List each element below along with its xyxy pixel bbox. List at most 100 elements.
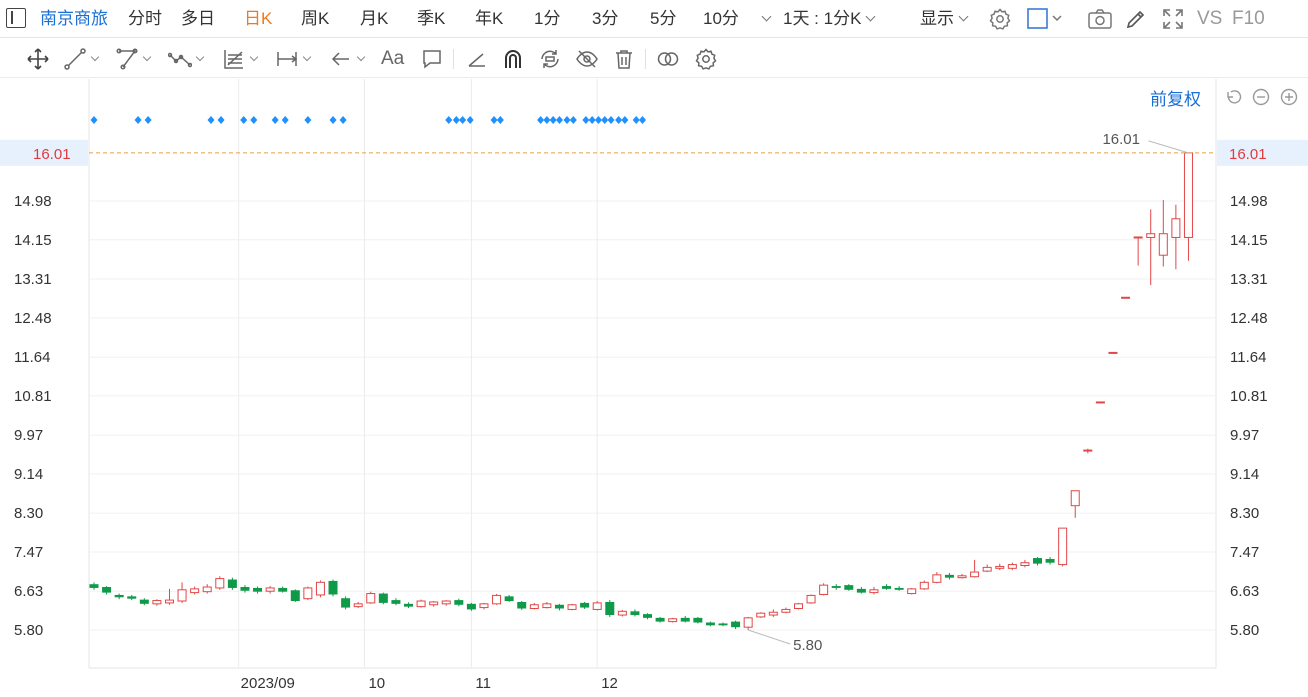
vs-compare-button[interactable]: VS: [1197, 0, 1222, 38]
price-adjust-toggle[interactable]: 前复权: [1150, 85, 1201, 110]
magnet-tool-button[interactable]: [501, 46, 525, 72]
comment-tool-button[interactable]: [420, 46, 444, 72]
candle-body: [315, 581, 325, 596]
candle-body: [932, 574, 942, 583]
candle-body: [1121, 296, 1131, 299]
toolbar-divider: [645, 49, 646, 69]
candle-body: [404, 603, 413, 607]
event-marker: [638, 116, 646, 124]
candle-body: [919, 581, 929, 590]
fib-tool-button[interactable]: [222, 46, 259, 72]
zoom-out-icon[interactable]: [1252, 88, 1270, 106]
y-tick-label-left: 13.31: [14, 271, 52, 288]
tab-3min[interactable]: 3分: [592, 0, 618, 38]
pencil-icon[interactable]: [1125, 8, 1147, 35]
display-menu[interactable]: 显示: [920, 0, 969, 38]
layout-dropdown[interactable]: [1027, 8, 1063, 35]
event-marker: [607, 116, 615, 124]
y-tick-label-left: 14.15: [14, 232, 52, 249]
candle-body: [328, 580, 338, 595]
y-tick-label-right: 13.31: [1230, 271, 1268, 288]
fullscreen-icon[interactable]: [1161, 7, 1185, 36]
candle-body: [806, 594, 816, 604]
y-tick-label-left: 12.48: [14, 310, 52, 327]
current-price-tag-left-text: 16.01: [33, 146, 71, 163]
text-tool-button[interactable]: Aa: [381, 46, 404, 72]
compare-tool-button[interactable]: [656, 46, 680, 72]
tab-10min[interactable]: 10分: [703, 0, 739, 38]
top-bar: 南京商旅 分时 多日 日K 周K 月K 季K 年K 1分 3分 5分 10分 1…: [0, 0, 1308, 38]
event-marker: [329, 116, 337, 124]
candle-body: [605, 601, 615, 616]
delete-tool-button[interactable]: [612, 46, 636, 72]
event-marker: [594, 116, 602, 124]
tab-yearly-k[interactable]: 年K: [475, 0, 503, 38]
candle-body: [856, 588, 866, 593]
event-marker: [459, 116, 467, 124]
candle-body: [1158, 233, 1168, 256]
tab-quarterly-k[interactable]: 季K: [417, 0, 445, 38]
candle-body: [202, 586, 212, 593]
settings-icon: [695, 48, 717, 70]
hide-tool-button[interactable]: [575, 46, 599, 72]
y-tick-label-right: 12.48: [1230, 310, 1268, 327]
range-selector-label: 1天 : 1分K: [783, 9, 862, 28]
trend-line-icon: [64, 48, 86, 70]
y-tick-label-left: 6.63: [14, 583, 43, 600]
sync-tool-button[interactable]: [538, 46, 562, 72]
candle-body: [190, 588, 200, 594]
tab-monthly-k[interactable]: 月K: [360, 0, 388, 38]
stock-name[interactable]: 南京商旅: [40, 0, 108, 38]
tab-intraday[interactable]: 分时: [128, 0, 162, 38]
display-menu-label: 显示: [920, 9, 954, 28]
tab-multi-day[interactable]: 多日: [181, 0, 215, 38]
tab-1min[interactable]: 1分: [534, 0, 560, 38]
candle-body: [1070, 490, 1080, 507]
candle-body: [995, 565, 1005, 569]
high-leader-line: [1148, 140, 1189, 154]
zoom-in-icon[interactable]: [1280, 88, 1298, 106]
tab-5min[interactable]: 5分: [650, 0, 676, 38]
channel-tool-button[interactable]: [115, 46, 152, 72]
angle-tool-button[interactable]: [465, 46, 489, 72]
low-price-label: 5.80: [793, 637, 822, 654]
x-tick-label: 10: [368, 675, 385, 692]
chart-settings-button[interactable]: [694, 46, 718, 72]
range-selector[interactable]: 1天 : 1分K: [783, 0, 876, 38]
candle-body: [353, 603, 363, 608]
event-marker: [271, 116, 279, 124]
sync-icon: [541, 50, 559, 68]
y-tick-label-left: 14.98: [14, 193, 52, 210]
tab-daily-k[interactable]: 日K: [244, 0, 272, 38]
move-tool-button[interactable]: [26, 46, 50, 72]
sidebar-toggle-icon[interactable]: [6, 8, 26, 28]
line-tool-button[interactable]: [63, 46, 100, 72]
candle-body: [429, 601, 439, 606]
candle-body: [1007, 564, 1017, 569]
settings-gear-icon[interactable]: [988, 7, 1012, 36]
more-periods-dropdown[interactable]: [757, 0, 772, 38]
event-marker: [582, 116, 590, 124]
y-tick-label-right: 10.81: [1230, 388, 1268, 405]
arrow-left-icon: [331, 52, 349, 66]
y-tick-label-right: 14.15: [1230, 232, 1268, 249]
candle-body: [1133, 236, 1143, 239]
move-icon: [27, 48, 49, 70]
kline-chart[interactable]: 5.80 5.80 6.63 6.63 7.47 7.47 8.30 8.30 9.14 9.14…: [0, 79, 1308, 697]
x-tick-label: 11: [475, 675, 491, 692]
trash-icon: [616, 50, 632, 69]
camera-icon[interactable]: [1087, 8, 1113, 35]
polyline-tool-button[interactable]: [168, 46, 205, 72]
candle-body: [731, 621, 741, 628]
measure-tool-button[interactable]: [275, 46, 312, 72]
y-tick-label-right: 11.64: [1230, 349, 1266, 366]
candle-body: [504, 596, 514, 602]
reset-icon[interactable]: [1224, 88, 1242, 106]
candle-body: [441, 600, 451, 605]
tab-weekly-k[interactable]: 周K: [301, 0, 329, 38]
kline-chart-area[interactable]: 5.80 5.80 6.63 6.63 7.47 7.47 8.30 8.30 9.14 9.14…: [0, 79, 1308, 697]
candle-body: [643, 614, 653, 618]
event-marker: [304, 116, 312, 124]
arrow-tool-button[interactable]: [329, 46, 366, 72]
f10-button[interactable]: F10: [1232, 0, 1265, 38]
